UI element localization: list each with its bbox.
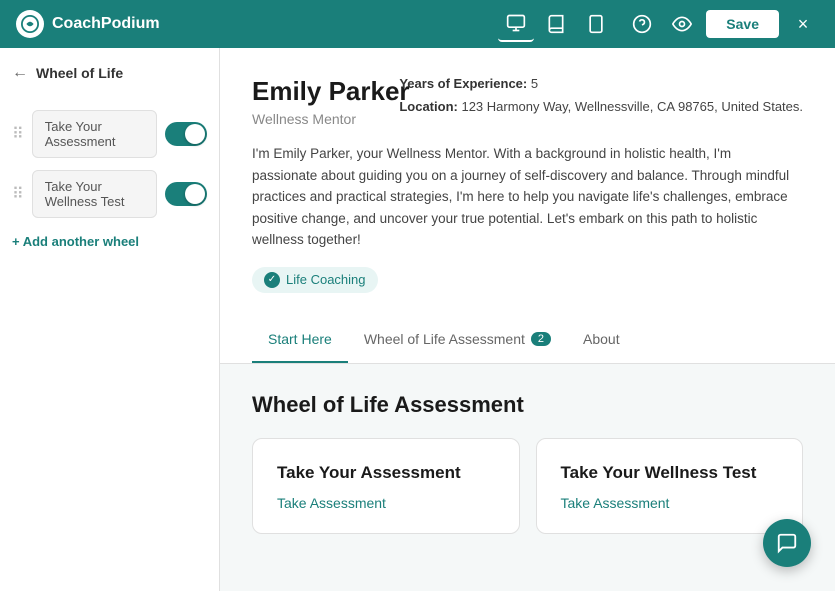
assessment-card-2: Take Your Wellness Test Take Assessment	[536, 438, 804, 534]
section-content: Wheel of Life Assessment Take Your Asses…	[220, 364, 835, 562]
location-value: 123 Harmony Way, Wellnessville, CA 98765…	[461, 99, 803, 114]
top-navigation: CoachPodium Save	[0, 0, 835, 48]
coaching-tag: ✓ Life Coaching	[252, 267, 378, 293]
tag-label: Life Coaching	[286, 272, 366, 287]
tab-wheel-label: Wheel of Life Assessment	[364, 331, 525, 347]
desktop-view-button[interactable]	[498, 6, 534, 42]
section-title: Wheel of Life Assessment	[252, 392, 803, 418]
profile-section: Years of Experience: 5 Location: 123 Har…	[220, 48, 835, 317]
sidebar-header: ← Wheel of Life	[12, 64, 207, 90]
cards-grid: Take Your Assessment Take Assessment Tak…	[252, 438, 803, 534]
years-value: 5	[531, 76, 538, 91]
drag-handle-2[interactable]: ⠿	[12, 184, 24, 204]
years-of-experience: Years of Experience: 5	[399, 76, 803, 91]
years-label: Years of Experience:	[399, 76, 527, 91]
tag-check-icon: ✓	[264, 272, 280, 288]
back-button[interactable]: ←	[12, 64, 28, 82]
card-2-title: Take Your Wellness Test	[561, 463, 779, 483]
help-button[interactable]	[626, 8, 658, 40]
tab-badge: 2	[531, 332, 551, 346]
wellness-toggle[interactable]	[165, 182, 207, 206]
main-layout: ← Wheel of Life ⠿ Take Your Assessment ⠿…	[0, 48, 835, 591]
close-button[interactable]: ×	[787, 8, 819, 40]
card-1-title: Take Your Assessment	[277, 463, 495, 483]
location-label: Location:	[399, 99, 458, 114]
wellness-pill[interactable]: Take Your Wellness Test	[32, 170, 157, 218]
view-toggle-group	[498, 6, 614, 42]
sidebar-title: Wheel of Life	[36, 65, 123, 81]
add-wheel-button[interactable]: + Add another wheel	[12, 230, 207, 253]
sidebar: ← Wheel of Life ⠿ Take Your Assessment ⠿…	[0, 48, 220, 591]
assessment-pill[interactable]: Take Your Assessment	[32, 110, 157, 158]
tabs-bar: Start Here Wheel of Life Assessment 2 Ab…	[220, 317, 835, 364]
profile-bio: I'm Emily Parker, your Wellness Mentor. …	[252, 143, 792, 251]
tab-start-here-label: Start Here	[268, 331, 332, 347]
chat-fab[interactable]	[763, 519, 811, 567]
sidebar-item-wellness: ⠿ Take Your Wellness Test	[12, 170, 207, 218]
preview-button[interactable]	[666, 8, 698, 40]
card-1-link[interactable]: Take Assessment	[277, 495, 386, 511]
tab-about-label: About	[583, 331, 620, 347]
drag-handle-1[interactable]: ⠿	[12, 124, 24, 144]
save-button[interactable]: Save	[706, 10, 779, 38]
nav-right-actions: Save ×	[626, 8, 819, 40]
assessment-toggle[interactable]	[165, 122, 207, 146]
tab-about[interactable]: About	[567, 317, 636, 363]
logo-icon	[16, 10, 44, 38]
card-2-link[interactable]: Take Assessment	[561, 495, 670, 511]
tab-start-here[interactable]: Start Here	[252, 317, 348, 363]
main-content-area: Years of Experience: 5 Location: 123 Har…	[220, 48, 835, 591]
book-view-button[interactable]	[538, 6, 574, 42]
logo: CoachPodium	[16, 10, 160, 38]
mobile-view-button[interactable]	[578, 6, 614, 42]
location: Location: 123 Harmony Way, Wellnessville…	[399, 99, 803, 114]
logo-text: CoachPodium	[52, 15, 160, 33]
assessment-card-1: Take Your Assessment Take Assessment	[252, 438, 520, 534]
sidebar-item-assessment: ⠿ Take Your Assessment	[12, 110, 207, 158]
tab-wheel-assessment[interactable]: Wheel of Life Assessment 2	[348, 317, 567, 363]
profile-meta: Years of Experience: 5 Location: 123 Har…	[399, 76, 803, 122]
